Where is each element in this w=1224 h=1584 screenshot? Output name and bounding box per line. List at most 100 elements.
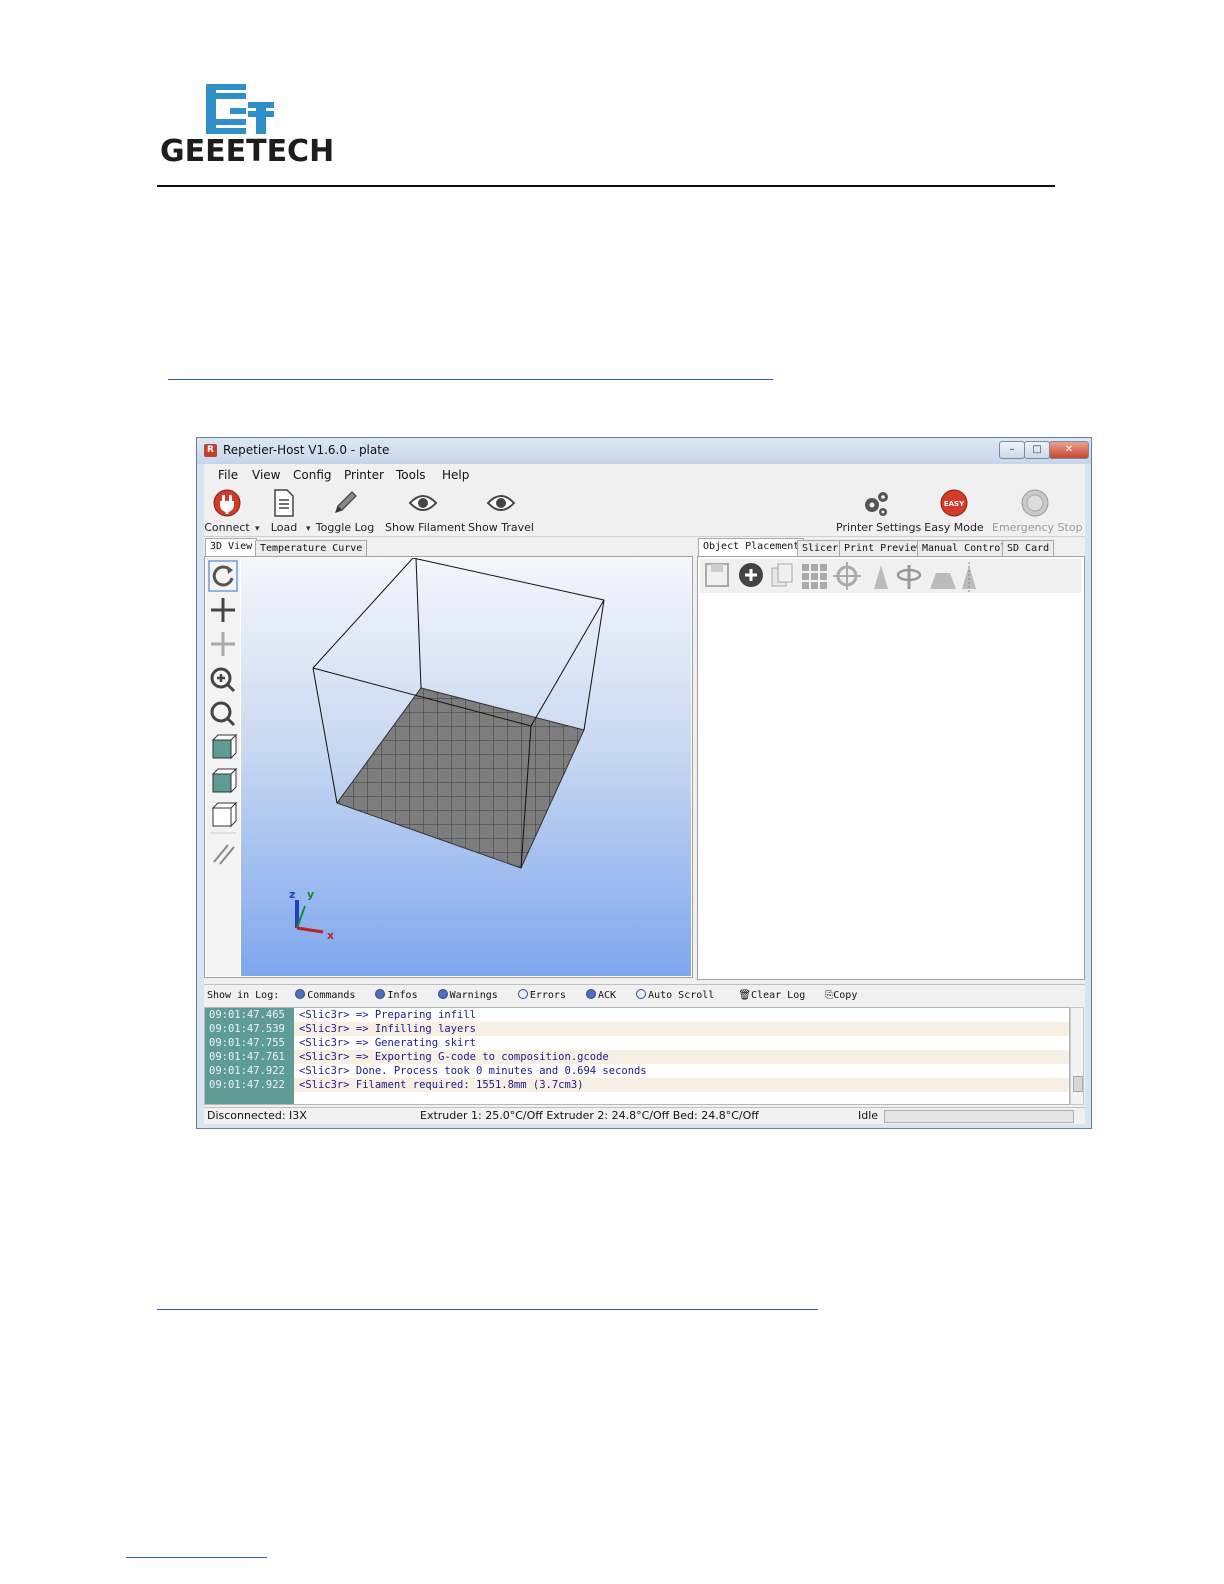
right-panel: Object Placement Slicer Print Preview Ma…	[697, 538, 1085, 980]
emergency-stop-label: Emergency Stop	[992, 521, 1083, 534]
printer-state: Idle	[858, 1109, 879, 1122]
toggle-log-button[interactable]: Toggle Log	[314, 488, 376, 534]
log-time-column-fill	[205, 1092, 294, 1104]
close-button[interactable]: ✕	[1049, 441, 1089, 459]
hyperlink-underline[interactable]	[126, 1557, 267, 1558]
title-bar[interactable]: R Repetier-Host V1.6.0 - plate – □ ✕	[197, 438, 1091, 464]
left-panel: 3D View Temperature Curve z y x	[204, 538, 693, 980]
maximize-button[interactable]: □	[1024, 441, 1050, 459]
log-entry: 09:01:47.539 <Slic3r> => Infilling layers	[205, 1022, 1069, 1036]
connect-dropdown-icon[interactable]: ▾	[255, 524, 260, 534]
3d-viewport[interactable]: z y x	[241, 558, 691, 976]
repetier-host-window: R Repetier-Host V1.6.0 - plate – □ ✕ Fil…	[196, 437, 1092, 1129]
brand-wordmark: GEEETECH	[160, 134, 335, 169]
minimize-button[interactable]: –	[999, 441, 1025, 459]
filter-ack[interactable]: ACK	[585, 989, 616, 1001]
log-filter-bar: Show in Log: Commands Infos Warnings Err…	[207, 989, 857, 1001]
main-toolbar: Connect ▾ Load ▾ Toggle Log Show Filamen…	[204, 486, 1085, 537]
radio-icon	[295, 989, 306, 999]
tab-sd-card[interactable]: SD Card	[1002, 540, 1055, 557]
show-in-log-label: Show in Log:	[207, 990, 280, 1001]
log-panel: Show in Log: Commands Infos Warnings Err…	[204, 984, 1085, 1107]
log-entry: 09:01:47.761 <Slic3r> => Exporting G-code…	[205, 1050, 1069, 1064]
filter-auto-scroll[interactable]: Auto Scroll	[636, 989, 714, 1001]
show-travel-button[interactable]: Show Travel	[468, 488, 534, 534]
tab-temperature-curve[interactable]: Temperature Curve	[255, 540, 368, 557]
load-label: Load	[270, 521, 298, 534]
easy-badge-icon: EASY	[940, 489, 968, 517]
menu-bar: File View Config Printer Tools Help	[204, 464, 1085, 486]
hyperlink-underline[interactable]	[157, 1309, 818, 1310]
menu-config[interactable]: Config	[293, 468, 332, 482]
view-tool-icons	[208, 560, 238, 865]
view-tools	[206, 558, 240, 976]
log-entry: 09:01:47.755 <Slic3r> => Generating skirt	[205, 1036, 1069, 1050]
log-entry: 09:01:47.922 <Slic3r> Done. Process took …	[205, 1064, 1069, 1078]
menu-view[interactable]: View	[252, 468, 280, 482]
easy-mode-button[interactable]: EASY Easy Mode	[924, 488, 984, 534]
filter-infos[interactable]: Infos	[375, 989, 418, 1001]
log-scrollbar[interactable]	[1070, 1007, 1084, 1105]
app-icon: R	[204, 444, 217, 457]
axis-y-label: y	[307, 888, 315, 901]
hyperlink-underline[interactable]	[168, 379, 773, 380]
printer-settings-button[interactable]: Printer Settings	[836, 488, 922, 534]
temperature-status: Extruder 1: 25.0°C/Off Extruder 2: 24.8°…	[420, 1109, 759, 1122]
show-filament-label: Show Filament	[385, 521, 466, 534]
menu-help[interactable]: Help	[442, 468, 469, 482]
emergency-stop-button[interactable]: Emergency Stop	[992, 488, 1083, 534]
scrollbar-thumb[interactable]	[1073, 1076, 1083, 1092]
menu-printer[interactable]: Printer	[344, 468, 384, 482]
filter-commands[interactable]: Commands	[295, 989, 355, 1001]
axis-x-label: x	[327, 929, 335, 942]
clear-log-button[interactable]: 🗑Clear Log	[738, 990, 805, 1001]
object-placement-area	[697, 556, 1085, 980]
filter-errors[interactable]: Errors	[517, 989, 566, 1001]
tab-manual-control[interactable]: Manual Control	[917, 540, 1012, 557]
show-filament-button[interactable]: Show Filament	[385, 488, 466, 534]
3d-view-area: z y x	[204, 556, 693, 978]
easy-mode-label: Easy Mode	[924, 521, 984, 534]
axis-z-label: z	[289, 888, 296, 901]
progress-bar	[884, 1110, 1074, 1123]
menu-tools[interactable]: Tools	[396, 468, 426, 482]
eye-icon	[486, 495, 516, 511]
gears-icon	[865, 492, 888, 516]
log-entry: 09:01:47.465 <Slic3r> => Preparing infill	[205, 1008, 1069, 1022]
trash-icon: 🗑	[738, 990, 752, 1001]
connection-status: Disconnected: I3X	[207, 1109, 307, 1122]
log-list[interactable]: 09:01:47.465 <Slic3r> => Preparing infill…	[204, 1007, 1070, 1105]
power-plug-icon	[213, 489, 241, 517]
radio-icon	[517, 989, 528, 999]
object-tool-icons	[705, 562, 976, 592]
log-entry: 09:01:47.922 <Slic3r> Filament required: …	[205, 1078, 1069, 1092]
menu-file[interactable]: File	[218, 468, 238, 482]
tab-slicer[interactable]: Slicer	[797, 540, 844, 557]
radio-icon	[585, 989, 596, 999]
load-dropdown-icon[interactable]: ▾	[306, 524, 311, 534]
filter-warnings[interactable]: Warnings	[437, 989, 498, 1001]
printer-settings-label: Printer Settings	[836, 521, 922, 534]
pencil-icon	[335, 491, 357, 513]
copy-button[interactable]: ⎘Copy	[825, 990, 857, 1001]
connect-label: Connect	[204, 521, 250, 534]
eye-icon	[408, 495, 438, 511]
load-button[interactable]: Load	[264, 488, 304, 534]
toggle-log-label: Toggle Log	[315, 521, 375, 534]
radio-icon	[437, 989, 448, 999]
geeetech-logo-mark-icon	[206, 84, 274, 134]
connect-button[interactable]: Connect	[204, 488, 250, 534]
client-area: File View Config Printer Tools Help Conn…	[204, 464, 1085, 1124]
tab-3d-view[interactable]: 3D View	[205, 538, 258, 557]
radio-icon	[375, 989, 386, 999]
status-bar: Disconnected: I3X Extruder 1: 25.0°C/Off…	[204, 1107, 1085, 1124]
tab-object-placement[interactable]: Object Placement	[698, 538, 805, 557]
document-icon	[274, 489, 294, 517]
emergency-stop-icon	[1021, 489, 1049, 517]
window-title: Repetier-Host V1.6.0 - plate	[223, 443, 390, 457]
easy-badge-text: EASY	[944, 500, 965, 508]
radio-icon	[636, 989, 647, 999]
tab-print-preview[interactable]: Print Preview	[839, 540, 928, 557]
show-travel-label: Show Travel	[468, 521, 534, 534]
header-rule	[157, 185, 1055, 187]
